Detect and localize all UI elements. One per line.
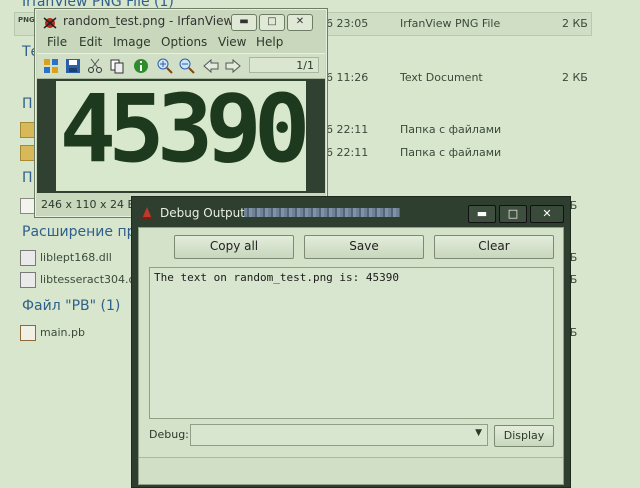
clear-button[interactable]: Clear (434, 235, 554, 259)
group-header-p[interactable]: П (22, 170, 33, 186)
file-type: Text Document (400, 71, 483, 84)
save-icon[interactable] (65, 58, 81, 74)
zoom-out-icon[interactable] (179, 58, 195, 74)
file-size: 2 КБ (562, 71, 588, 84)
window-title: random_test.png - IrfanView (63, 14, 234, 28)
thumbnails-icon[interactable] (43, 58, 59, 74)
minimize-button[interactable]: ▬ (468, 205, 496, 223)
debug-output-area[interactable]: The text on random_test.png is: 45390 (149, 267, 554, 419)
file-date: 6 22:11 (326, 123, 369, 136)
file-date: 6 22:11 (326, 146, 369, 159)
previous-arrow-icon[interactable] (203, 58, 219, 74)
debug-input[interactable]: ▼ (190, 424, 488, 446)
close-button[interactable]: ✕ (530, 205, 564, 223)
menu-view[interactable]: View (218, 35, 246, 49)
close-button[interactable]: ✕ (287, 14, 313, 31)
irfanview-window: random_test.png - IrfanView ▬ □ ✕ File E… (34, 8, 328, 218)
display-button[interactable]: Display (494, 425, 554, 447)
debug-output-window: Debug Output ▬ □ ✕ Copy all Save Clear T… (131, 196, 571, 488)
dll-file-icon (20, 272, 36, 288)
debug-output-text: The text on random_test.png is: 45390 (154, 271, 400, 284)
irfanview-title-bar[interactable]: random_test.png - IrfanView ▬ □ ✕ (35, 9, 327, 35)
menu-bar: File Edit Image Options View Help (37, 35, 325, 51)
file-type: Папка с файлами (400, 146, 502, 159)
menu-help[interactable]: Help (256, 35, 283, 49)
info-icon[interactable] (133, 58, 149, 74)
zoom-in-icon[interactable] (157, 58, 173, 74)
dll-file-icon (20, 250, 36, 266)
menu-file[interactable]: File (47, 35, 67, 49)
file-date: 6 23:05 (326, 17, 369, 30)
captcha-digits: 45390 (59, 75, 311, 184)
menu-edit[interactable]: Edit (79, 35, 102, 49)
dropdown-arrow-icon[interactable]: ▼ (475, 428, 482, 438)
cut-icon[interactable] (87, 58, 103, 74)
file-size: 2 КБ (562, 17, 588, 30)
debug-body: Copy all Save Clear The text on random_t… (138, 227, 564, 485)
group-label: Файл "PB" (1) (22, 298, 121, 314)
minimize-button[interactable]: ▬ (231, 14, 257, 31)
image-canvas: 45390 (56, 75, 310, 191)
file-name: main.pb (40, 326, 85, 339)
maximize-button[interactable]: □ (259, 14, 285, 31)
maximize-button[interactable]: □ (499, 205, 527, 223)
irfanview-logo-icon (43, 17, 57, 29)
next-arrow-icon[interactable] (225, 58, 241, 74)
png-file-icon: PNG (18, 16, 35, 24)
copy-all-button[interactable]: Copy all (174, 235, 294, 259)
page-indicator: 1/1 (249, 57, 319, 73)
file-type: Папка с файлами (400, 123, 502, 136)
image-view[interactable]: 45390 (37, 75, 325, 193)
debug-label: Debug: (149, 428, 189, 441)
copy-icon[interactable] (109, 58, 125, 74)
group-header-extension[interactable]: Расширение пр (22, 224, 135, 240)
file-type: IrfanView PNG File (400, 17, 501, 30)
menu-options[interactable]: Options (161, 35, 207, 49)
save-button[interactable]: Save (304, 235, 424, 259)
pb-file-icon (20, 325, 36, 341)
debug-title-bar[interactable]: Debug Output ▬ □ ✕ (132, 197, 570, 227)
debug-status-bar (139, 457, 563, 484)
group-header-folders[interactable]: П (22, 96, 33, 112)
file-name: liblept168.dll (40, 251, 112, 264)
menu-image[interactable]: Image (113, 35, 151, 49)
file-name: libtesseract304.dll (40, 273, 142, 286)
file-date: 6 11:26 (326, 71, 369, 84)
purebasic-icon (142, 207, 152, 219)
window-title: Debug Output (160, 206, 245, 220)
blurred-title-text (244, 208, 400, 217)
